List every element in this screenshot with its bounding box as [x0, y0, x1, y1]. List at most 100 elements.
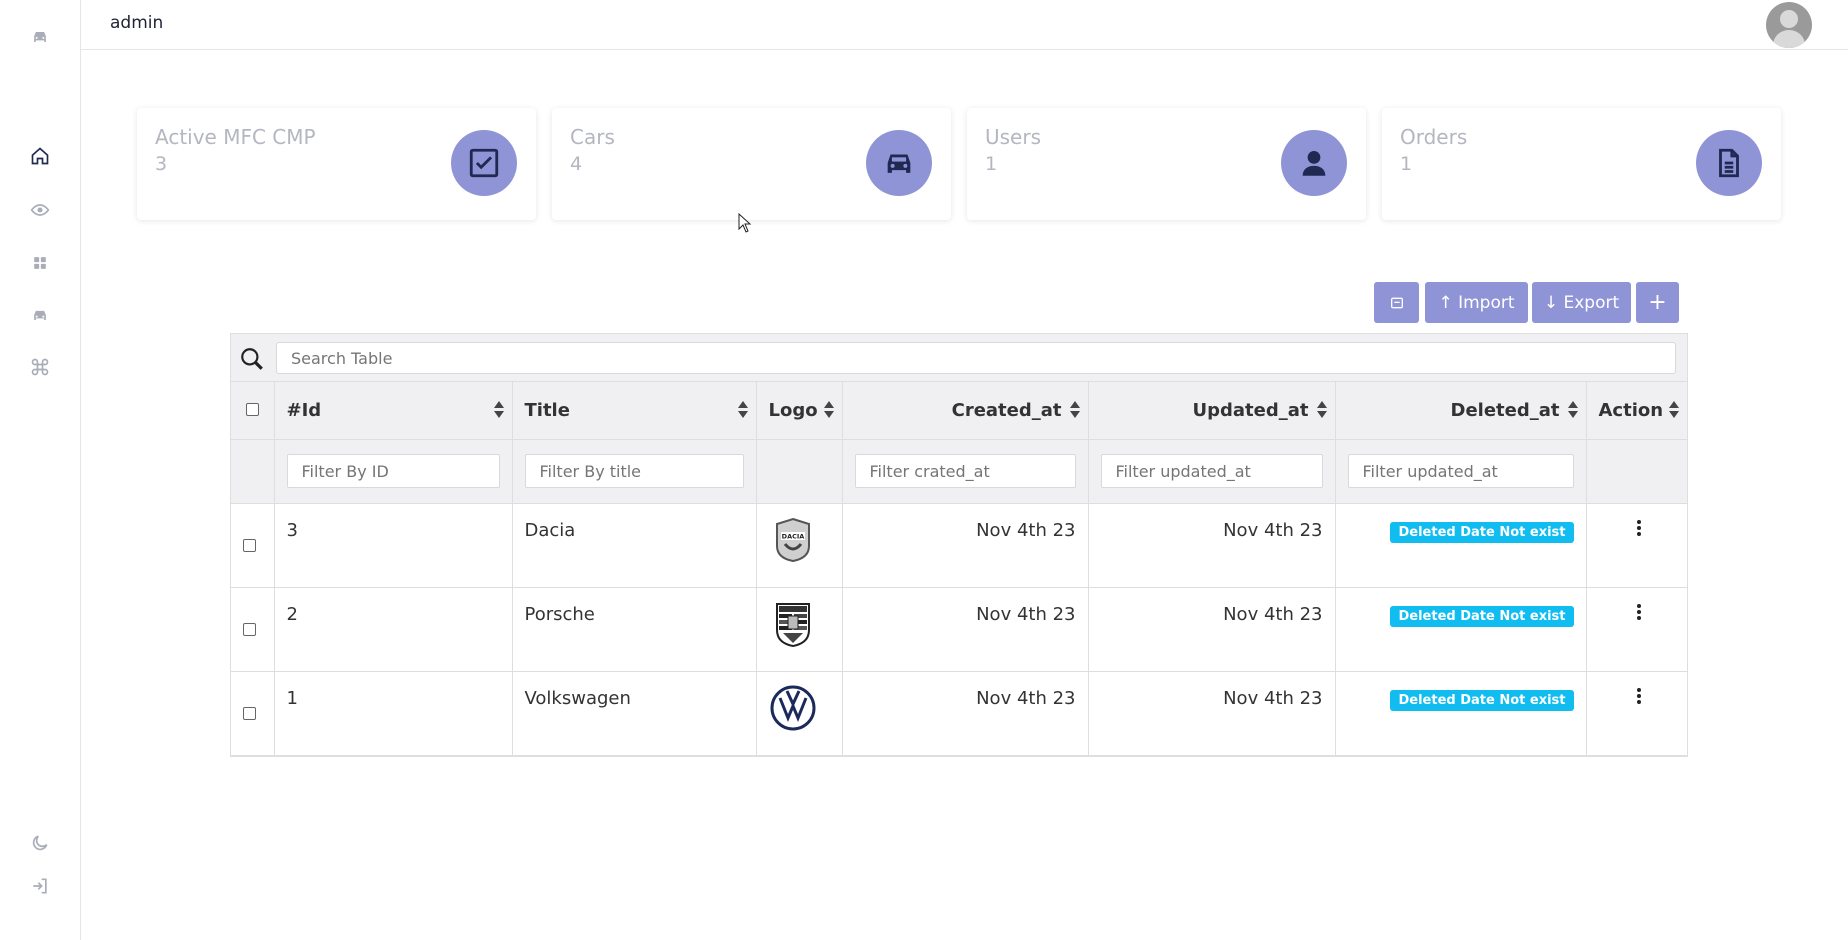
stat-card-orders[interactable]: Orders 1	[1382, 108, 1781, 220]
avatar-head	[1780, 10, 1798, 28]
column-header-created[interactable]: Created_at	[842, 382, 1089, 440]
status-badge: Deleted Date Not exist	[1390, 521, 1574, 543]
add-button[interactable]: +	[1636, 282, 1679, 323]
column-label: Updated_at	[1192, 399, 1309, 421]
sort-icon[interactable]	[1567, 401, 1578, 419]
cursor-icon	[738, 213, 752, 233]
checkbox-icon	[451, 130, 517, 196]
stat-card-active-mfc[interactable]: Active MFC CMP 3	[137, 108, 536, 220]
filter-id-input[interactable]	[286, 454, 500, 488]
volkswagen-logo	[770, 685, 815, 730]
stat-card-value: 4	[570, 153, 583, 175]
cell-created: Nov 4th 23	[842, 587, 1089, 672]
top-bar: admin	[81, 0, 1848, 50]
car-icon[interactable]	[27, 302, 53, 328]
table-row[interactable]: 3 Dacia DACIA Nov 4th 23 Nov 4th 23 Dele…	[231, 503, 1687, 588]
cell-deleted: Deleted Date Not exist	[1335, 671, 1587, 756]
export-button[interactable]: ↓ Export	[1532, 282, 1631, 323]
eye-icon[interactable]	[27, 197, 53, 223]
table-row[interactable]: 2 Porsche Nov 4th 23 Nov 4th 23 Deleted …	[231, 587, 1687, 672]
cell-deleted: Deleted Date Not exist	[1335, 503, 1587, 588]
column-label: Created_at	[951, 399, 1062, 421]
cell-id: 1	[274, 671, 513, 756]
row-select-cell	[231, 671, 275, 756]
status-badge: Deleted Date Not exist	[1390, 605, 1574, 627]
stat-card-users[interactable]: Users 1	[967, 108, 1366, 220]
row-checkbox[interactable]	[243, 706, 256, 720]
command-icon[interactable]	[27, 354, 53, 380]
column-label: Deleted_at	[1450, 399, 1560, 421]
select-all-cell	[231, 382, 275, 440]
stat-card-label: Orders	[1400, 125, 1468, 149]
filter-cell	[1335, 439, 1587, 504]
svg-text:DACIA: DACIA	[781, 532, 804, 540]
stat-card-value: 1	[985, 153, 998, 175]
car-icon	[866, 130, 932, 196]
select-all-checkbox[interactable]	[245, 402, 259, 416]
filter-cell	[512, 439, 757, 504]
row-checkbox[interactable]	[243, 538, 256, 552]
column-label: Title	[524, 399, 570, 421]
stat-card-label: Cars	[570, 125, 615, 149]
stat-card-value: 1	[1400, 153, 1413, 175]
filter-updated-input[interactable]	[1100, 454, 1323, 488]
status-badge: Deleted Date Not exist	[1390, 689, 1574, 711]
row-select-cell	[231, 503, 275, 588]
filter-cell	[842, 439, 1089, 504]
sort-icon[interactable]	[823, 401, 834, 419]
logout-icon[interactable]	[27, 873, 53, 899]
search-icon	[241, 348, 263, 370]
stat-card-cars[interactable]: Cars 4	[552, 108, 951, 220]
filter-deleted-input[interactable]	[1347, 454, 1574, 488]
cell-id: 2	[274, 587, 513, 672]
search-bar	[231, 334, 1687, 382]
sort-icon[interactable]	[493, 401, 504, 419]
cars-table: #Id Title Logo Created_at Updated_at Del…	[231, 382, 1687, 756]
filter-title-input[interactable]	[524, 454, 744, 488]
page-title: admin	[110, 13, 164, 33]
row-checkbox[interactable]	[243, 622, 256, 636]
sort-icon[interactable]	[737, 401, 748, 419]
cell-logo	[756, 671, 843, 756]
column-header-updated[interactable]: Updated_at	[1088, 382, 1336, 440]
filter-cell	[274, 439, 513, 504]
cell-updated: Nov 4th 23	[1088, 587, 1336, 672]
cell-action	[1586, 503, 1687, 588]
columns-button[interactable]	[1374, 282, 1419, 323]
home-icon[interactable]	[27, 143, 53, 169]
grid-icon[interactable]	[27, 250, 53, 276]
car-icon[interactable]	[27, 24, 53, 50]
table-row[interactable]: 1 Volkswagen Nov 4th 23 Nov 4th 23 Delet…	[231, 671, 1687, 756]
cell-deleted: Deleted Date Not exist	[1335, 587, 1587, 672]
stat-card-value: 3	[155, 153, 168, 175]
import-button[interactable]: ↑ Import	[1425, 282, 1528, 323]
moon-icon[interactable]	[27, 830, 53, 856]
filter-cell	[1088, 439, 1336, 504]
cell-id: 3	[274, 503, 513, 588]
sidebar	[0, 0, 81, 940]
cell-updated: Nov 4th 23	[1088, 671, 1336, 756]
sort-icon[interactable]	[1669, 401, 1679, 419]
cell-created: Nov 4th 23	[842, 671, 1089, 756]
column-header-logo[interactable]: Logo	[756, 382, 843, 440]
avatar[interactable]	[1766, 2, 1812, 48]
filter-created-input[interactable]	[854, 454, 1076, 488]
search-input[interactable]	[276, 342, 1676, 374]
column-header-id[interactable]: #Id	[274, 382, 513, 440]
column-header-title[interactable]: Title	[512, 382, 757, 440]
cell-title: Volkswagen	[512, 671, 757, 756]
sort-icon[interactable]	[1069, 401, 1080, 419]
column-label: Action	[1598, 399, 1664, 421]
stat-card-label: Users	[985, 125, 1042, 149]
sort-icon[interactable]	[1316, 401, 1327, 419]
column-label: Logo	[768, 399, 818, 421]
column-header-action[interactable]: Action	[1586, 382, 1687, 440]
column-header-deleted[interactable]: Deleted_at	[1335, 382, 1587, 440]
cell-action	[1586, 671, 1687, 756]
more-icon[interactable]	[1636, 687, 1641, 706]
more-icon[interactable]	[1636, 519, 1641, 538]
dacia-logo: DACIA	[775, 517, 810, 562]
more-icon[interactable]	[1636, 603, 1641, 622]
cell-title: Porsche	[512, 587, 757, 672]
cell-logo: DACIA	[756, 503, 843, 588]
